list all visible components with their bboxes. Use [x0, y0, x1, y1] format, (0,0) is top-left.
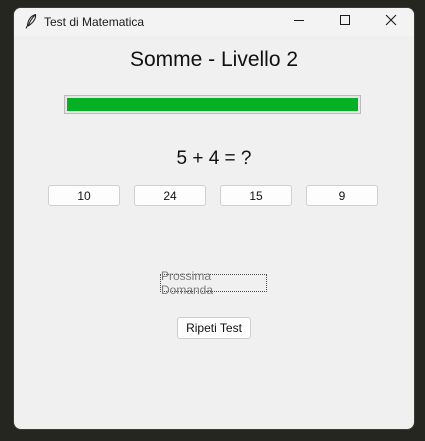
maximize-button[interactable]: [322, 8, 368, 36]
answer-options: 10 24 15 9: [48, 185, 380, 207]
maximize-icon: [339, 13, 351, 31]
question-text: 5 + 4 = ?: [176, 148, 252, 169]
close-button[interactable]: [368, 8, 414, 36]
app-window: Test di Matematica Somme - Livello 2 5 +…: [14, 8, 414, 429]
answer-button-4[interactable]: 9: [306, 185, 378, 206]
page-title: Somme - Livello 2: [129, 48, 299, 71]
repeat-test-button[interactable]: Ripeti Test: [177, 317, 251, 339]
feather-icon: [23, 13, 39, 29]
minimize-button[interactable]: [276, 8, 322, 36]
progress-bar: [64, 95, 361, 114]
title-bar[interactable]: Test di Matematica: [14, 8, 414, 36]
next-question-button[interactable]: Prossima Domanda: [160, 269, 267, 297]
minimize-icon: [293, 13, 305, 31]
answer-button-2[interactable]: 24: [134, 185, 206, 206]
close-icon: [385, 13, 397, 31]
progress-track: [67, 98, 358, 111]
answer-button-3[interactable]: 15: [220, 185, 292, 206]
answer-button-1[interactable]: 10: [48, 185, 120, 206]
progress-fill: [67, 98, 358, 111]
window-title: Test di Matematica: [44, 15, 145, 29]
